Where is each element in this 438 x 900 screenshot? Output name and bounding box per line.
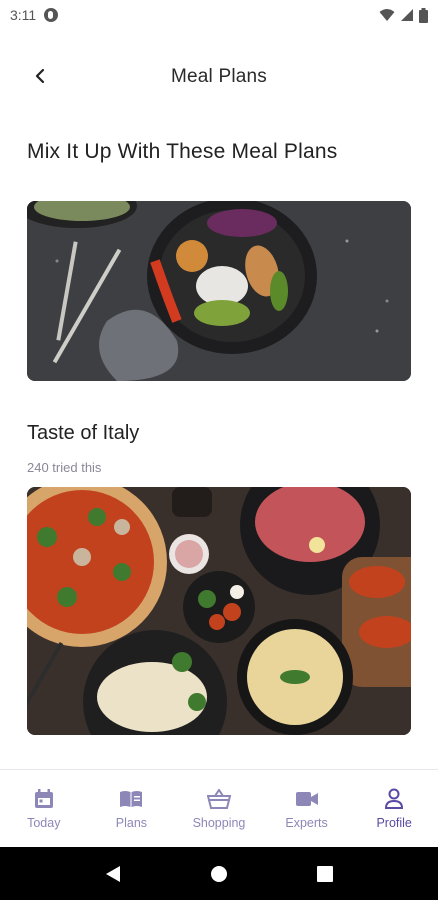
wifi-icon <box>379 9 395 21</box>
person-icon <box>382 787 406 811</box>
basket-icon <box>206 787 231 811</box>
app-bar: Meal Plans <box>0 50 438 104</box>
section-heading: Mix It Up With These Meal Plans <box>27 140 338 163</box>
back-arrow-icon <box>35 68 45 84</box>
nav-experts-label: Experts <box>285 816 328 830</box>
nav-profile-label: Profile <box>376 816 412 830</box>
nav-today[interactable]: Today <box>0 770 88 847</box>
status-time: 3:11 <box>10 7 37 23</box>
nav-experts[interactable]: Experts <box>263 770 351 847</box>
system-navigation-bar <box>0 847 438 900</box>
bowl-food-photo <box>27 201 411 381</box>
square-recents-icon <box>317 865 333 882</box>
book-icon <box>119 787 143 811</box>
page-title: Meal Plans <box>171 66 267 87</box>
signal-icon <box>401 9 413 21</box>
system-recents-button[interactable] <box>305 854 345 894</box>
nav-shopping[interactable]: Shopping <box>175 770 263 847</box>
bottom-navigation: Today Plans Shopping Experts Profile <box>0 769 438 847</box>
plan-title[interactable]: Taste of Italy <box>27 422 139 445</box>
triangle-back-icon <box>106 865 120 882</box>
notification-app-icon <box>44 8 59 22</box>
back-button[interactable] <box>26 62 54 90</box>
circle-home-icon <box>211 865 227 882</box>
nav-shopping-label: Shopping <box>192 816 246 830</box>
nav-profile[interactable]: Profile <box>350 770 438 847</box>
nav-plans[interactable]: Plans <box>88 770 176 847</box>
status-bar: 3:11 <box>0 0 438 30</box>
italian-food-photo <box>27 487 411 735</box>
nav-today-label: Today <box>27 816 61 830</box>
nav-plans-label: Plans <box>115 816 148 830</box>
system-back-button[interactable] <box>93 854 133 894</box>
system-home-button[interactable] <box>199 854 239 894</box>
featured-meal-image[interactable] <box>27 201 411 381</box>
calendar-icon <box>32 787 56 811</box>
battery-icon <box>419 7 428 23</box>
plan-card-image[interactable] <box>27 487 411 735</box>
status-icons <box>379 7 428 23</box>
plan-tried-count: 240 tried this <box>27 460 102 475</box>
video-icon <box>295 787 319 811</box>
